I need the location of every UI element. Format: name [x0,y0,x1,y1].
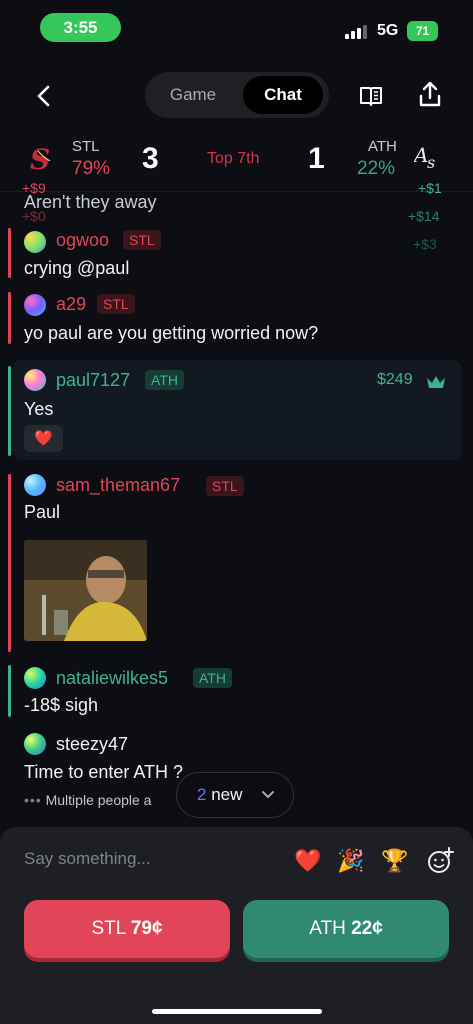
home-indicator [152,1009,322,1014]
chevron-down-icon [262,791,274,799]
team-tag: ATH [193,668,232,688]
team-tag: STL [97,294,135,314]
typing-dots-icon: ••• [24,792,42,808]
svg-text:S: S [30,143,50,173]
inning-label: Top 7th [207,150,260,167]
book-icon[interactable] [357,82,385,110]
gif-image[interactable] [24,540,147,641]
svg-text:s: s [427,153,435,172]
username[interactable]: a29 [56,294,86,315]
chat-message[interactable]: nataliewilkes5 ATH -18$ sigh [0,665,473,717]
away-team-runs: 1 [308,142,325,175]
buy-ath-button[interactable]: ATH 22¢ [243,900,449,958]
new-messages-label: new [211,785,243,804]
tab-chat[interactable]: Chat [243,76,323,114]
add-emoji-icon[interactable] [426,847,454,875]
home-team-abbr: STL [72,138,100,155]
chat-message[interactable]: ogwoo STL crying @paul [0,228,473,278]
username[interactable]: ogwoo [56,230,109,251]
ath-team-logo-icon: A s [414,143,435,172]
avatar [24,474,46,496]
chat-message[interactable]: a29 STL yo paul are you getting worried … [0,292,473,344]
new-messages-count: 2 [197,785,207,804]
typing-text: Multiple people a [45,792,152,808]
buy-stl-button[interactable]: STL 79¢ [24,900,230,958]
view-segmented-control: Game Chat [145,72,329,118]
message-text: crying @paul [24,258,130,278]
avatar [24,667,46,689]
team-tag: STL [123,230,161,250]
network-label: 5G [377,22,399,39]
username[interactable]: paul7127 [56,370,130,391]
buy-price: 79¢ [130,918,163,939]
battery-level: 71 [415,24,430,38]
heart-reaction[interactable]: ❤️ [24,425,63,452]
buy-team-label: STL [91,918,126,939]
avatar [24,369,46,391]
typing-indicator: ••• Multiple people a [24,792,151,808]
back-chevron-icon[interactable] [30,82,58,110]
message-text: -18$ sigh [24,695,99,715]
message-text: Paul [24,502,61,522]
battery-icon: 71 [407,21,438,41]
message-text: Time to enter ATH ? [24,762,184,780]
scoreboard[interactable]: S STL 79% 3 Top 7th 1 ATH 22% A s [0,134,473,192]
avatar [24,733,46,755]
trophy-reaction-button[interactable]: 🏆 [381,847,409,875]
username[interactable]: steezy47 [56,734,128,755]
share-icon[interactable] [416,80,444,110]
heart-reaction-button[interactable]: ❤️ [294,847,322,875]
chat-message[interactable]: paul7127 ATH $249 Yes ❤️ [0,366,473,456]
message-input[interactable]: Say something... [24,849,151,869]
composer-panel: Say something... ❤️ 🎉 🏆 STL 79¢ ATH 22¢ [0,827,473,1024]
avatar [24,294,46,316]
stake-amount: $249 [377,371,413,388]
username[interactable]: sam_theman67 [56,475,180,496]
stl-team-logo-icon: S [30,143,51,173]
team-tag: ATH [145,370,184,390]
new-messages-button[interactable]: 2 new [176,772,294,818]
message-text: Yes [24,399,54,419]
buy-team-label: ATH [309,918,346,939]
buy-price: 22¢ [351,918,383,939]
away-team-abbr: ATH [368,138,397,155]
floating-amount: +$14 [408,208,440,224]
home-team-runs: 3 [142,142,159,175]
party-reaction-button[interactable]: 🎉 [337,847,365,875]
message-text: yo paul are you getting worried now? [24,323,319,343]
status-time: 3:55 [40,13,121,42]
status-bar: 3:55 5G 71 [0,0,473,58]
signal-icon [345,25,371,39]
floating-amount: +$1 [418,180,442,196]
avatar [24,231,46,253]
message-text: Aren't they away [24,192,157,212]
team-tag: STL [206,476,244,496]
username[interactable]: nataliewilkes5 [56,668,168,689]
crown-icon [427,376,445,388]
away-team-pct: 22% [357,158,396,179]
tab-game[interactable]: Game [151,76,235,114]
home-team-pct: 79% [72,158,111,179]
